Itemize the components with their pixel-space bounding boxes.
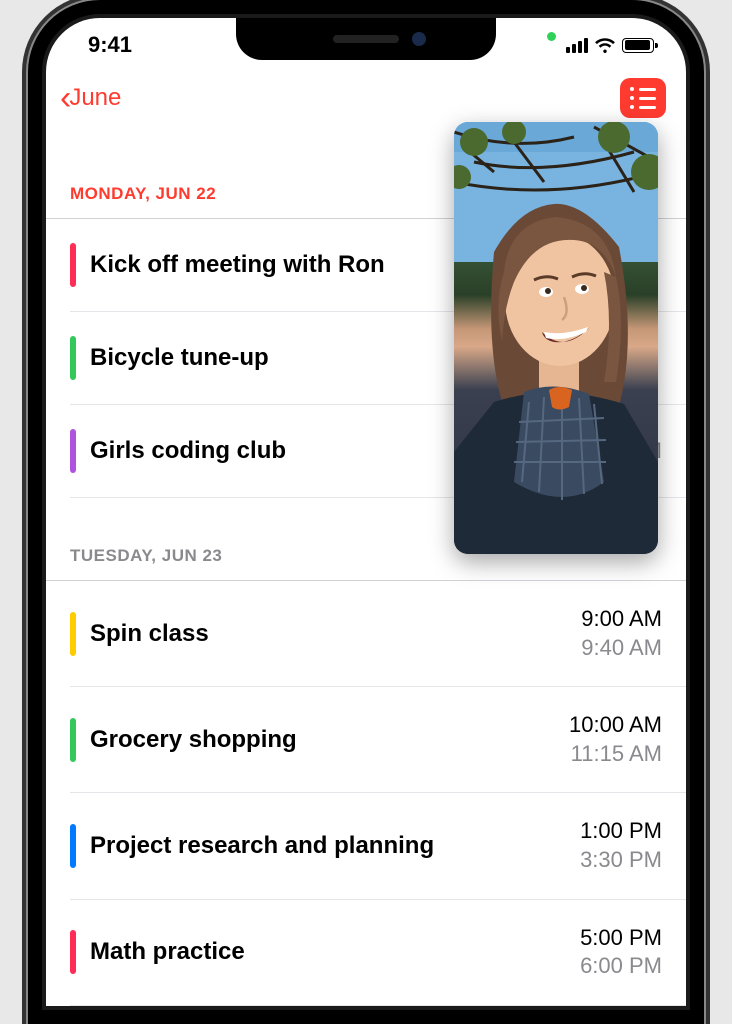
picture-in-picture-video[interactable] [454,122,658,554]
event-title: Spin class [90,619,581,649]
back-label: June [69,84,121,112]
event-title: Grocery shopping [90,725,569,755]
event-item[interactable]: Math practice 5:00 PM 6:00 PM [70,900,686,1006]
phone-frame: 9:41 ‹ June [28,0,704,1024]
calendar-color-bar [70,612,76,656]
event-times: 9:00 AM 9:40 AM [581,605,662,662]
event-title: Math practice [90,937,580,967]
calendar-color-bar [70,243,76,287]
front-camera [412,32,426,46]
event-title: Project research and planning [90,831,580,861]
event-times: 1:00 PM 3:30 PM [580,817,662,874]
calendar-color-bar [70,824,76,868]
power-button[interactable] [704,290,710,420]
status-time: 9:41 [88,32,132,58]
calendar-color-bar [70,930,76,974]
calendar-color-bar [70,718,76,762]
back-button[interactable]: ‹ June [60,81,121,115]
battery-icon [622,38,654,53]
event-item[interactable]: Spin class 9:00 AM 9:40 AM [70,581,686,687]
event-item[interactable]: Grocery shopping 10:00 AM 11:15 AM [70,687,686,793]
calendar-color-bar [70,429,76,473]
screen: 9:41 ‹ June [46,18,686,1006]
calendar-color-bar [70,336,76,380]
camera-in-use-indicator [547,32,556,41]
event-times: 10:00 AM 11:15 AM [569,711,662,768]
list-view-button[interactable] [620,78,666,118]
wifi-icon [594,36,616,54]
event-list: Spin class 9:00 AM 9:40 AM Grocery shopp… [46,581,686,1006]
cellular-signal-icon [566,37,588,53]
speaker [333,35,399,43]
event-times: 5:00 PM 6:00 PM [580,924,662,981]
event-item[interactable]: Project research and planning 1:00 PM 3:… [70,793,686,899]
nav-bar: ‹ June [46,72,686,128]
notch [236,18,496,60]
